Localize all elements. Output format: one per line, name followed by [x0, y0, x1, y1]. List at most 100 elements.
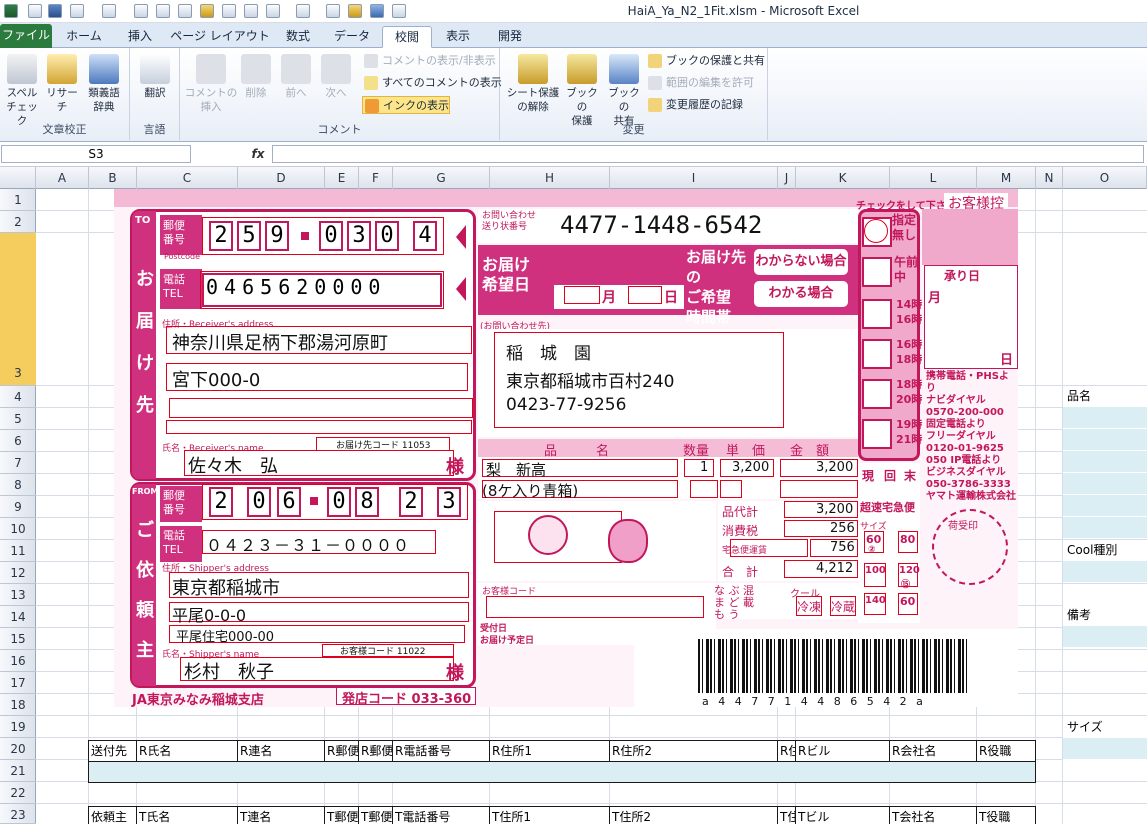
- column-header[interactable]: J: [778, 167, 796, 189]
- spell-check-button[interactable]: スペル チェック: [2, 54, 42, 128]
- column-header[interactable]: K: [796, 167, 890, 189]
- tab-formulas[interactable]: 数式: [276, 26, 320, 48]
- blue-cell[interactable]: [1063, 517, 1147, 539]
- customer-code-field[interactable]: [486, 596, 704, 618]
- blue-cell[interactable]: [1063, 451, 1147, 473]
- table-header-cell[interactable]: R住所2: [610, 740, 778, 762]
- qty-field[interactable]: [684, 459, 714, 477]
- label-cool-type[interactable]: Cool種別: [1063, 540, 1147, 561]
- row-header[interactable]: 19: [0, 716, 36, 738]
- row-header[interactable]: 22: [0, 782, 36, 804]
- to-building-field[interactable]: [166, 420, 472, 434]
- table-header-cell[interactable]: T郵便: [325, 806, 359, 824]
- table-header-cell[interactable]: T電話番号: [393, 806, 490, 824]
- formula-input[interactable]: [272, 145, 1144, 163]
- table-header-cell[interactable]: Rビル: [796, 740, 890, 762]
- row-header[interactable]: 6: [0, 430, 36, 452]
- table-header-cell[interactable]: R役職: [977, 740, 1036, 762]
- row-header[interactable]: 11: [0, 540, 36, 562]
- row-header[interactable]: 17: [0, 672, 36, 694]
- row-header[interactable]: 14: [0, 606, 36, 628]
- row-header-selected[interactable]: 3: [0, 233, 36, 386]
- row-header[interactable]: 18: [0, 694, 36, 716]
- row-header[interactable]: 15: [0, 628, 36, 650]
- protect-book-button[interactable]: ブックの 保護: [562, 54, 602, 128]
- table-header-cell[interactable]: 依頼主: [88, 806, 137, 824]
- protect-share-button[interactable]: ブックの保護と共有: [646, 52, 765, 70]
- show-hide-comment-button[interactable]: コメントの表示/非表示: [362, 52, 496, 70]
- tab-view[interactable]: 表示: [438, 26, 478, 48]
- prev-comment-button[interactable]: 前へ: [276, 54, 316, 100]
- row-header[interactable]: 8: [0, 474, 36, 496]
- show-ink-button[interactable]: インクの表示: [362, 96, 450, 114]
- column-header[interactable]: O: [1063, 167, 1147, 189]
- blue-cell[interactable]: [1063, 495, 1147, 517]
- insert-function-icon[interactable]: fx: [248, 145, 268, 163]
- row-header[interactable]: 21: [0, 760, 36, 782]
- next-comment-button[interactable]: 次へ: [316, 54, 356, 100]
- unprotect-sheet-button[interactable]: シート保護 の解除: [504, 54, 562, 114]
- checkbox-19-21[interactable]: [862, 419, 892, 449]
- column-header[interactable]: E: [325, 167, 359, 189]
- table-header-cell[interactable]: R郵便: [325, 740, 359, 762]
- table-header-cell[interactable]: R連名: [238, 740, 325, 762]
- qty2-field[interactable]: [690, 480, 718, 498]
- column-header[interactable]: B: [89, 167, 137, 189]
- tab-page-layout[interactable]: ページ レイアウト: [170, 26, 270, 48]
- to-address3-field[interactable]: [169, 398, 473, 418]
- checkbox-18-20[interactable]: [862, 379, 892, 409]
- price2-field[interactable]: [720, 480, 742, 498]
- row-header[interactable]: 16: [0, 650, 36, 672]
- row-header[interactable]: 10: [0, 518, 36, 540]
- select-all-corner[interactable]: [0, 167, 36, 189]
- tab-home[interactable]: ホーム: [60, 26, 108, 48]
- tab-file[interactable]: ファイル: [0, 24, 52, 48]
- column-header[interactable]: D: [238, 167, 325, 189]
- table-header-cell[interactable]: R電話番号: [393, 740, 490, 762]
- table-header-cell[interactable]: T連名: [238, 806, 325, 824]
- column-header[interactable]: N: [1036, 167, 1063, 189]
- table-header-cell[interactable]: R郵便: [359, 740, 393, 762]
- table-header-cell[interactable]: R氏名: [137, 740, 238, 762]
- checkbox-16-18[interactable]: [862, 339, 892, 369]
- column-header[interactable]: G: [393, 167, 490, 189]
- shipping-label-field[interactable]: [730, 539, 808, 557]
- table-header-cell[interactable]: T住所1: [490, 806, 610, 824]
- thesaurus-button[interactable]: 類義語 辞典: [84, 54, 124, 114]
- blue-cell[interactable]: [1063, 473, 1147, 495]
- label-remarks[interactable]: 備考: [1063, 605, 1147, 626]
- column-header[interactable]: F: [359, 167, 393, 189]
- to-zip-field[interactable]: [202, 217, 444, 255]
- research-button[interactable]: リサーチ: [42, 54, 82, 114]
- table-header-cell[interactable]: T役職: [977, 806, 1036, 824]
- row-header[interactable]: 20: [0, 738, 36, 760]
- table-row-blank[interactable]: [88, 762, 1036, 783]
- checkbox-morning[interactable]: [862, 257, 892, 287]
- blue-cell[interactable]: [1063, 561, 1147, 583]
- delivery-month-field[interactable]: [564, 286, 600, 304]
- table-header-cell[interactable]: R住所1: [490, 740, 610, 762]
- table-header-cell[interactable]: 送付先: [88, 740, 137, 762]
- tab-data[interactable]: データ: [328, 26, 376, 48]
- label-item-name[interactable]: 品名: [1063, 386, 1147, 407]
- table-header-cell[interactable]: Tビル: [796, 806, 890, 824]
- share-book-button[interactable]: ブックの 共有: [604, 54, 644, 128]
- blue-cell[interactable]: [1063, 738, 1147, 760]
- amount2-field[interactable]: [780, 480, 858, 498]
- row-header[interactable]: 23: [0, 804, 36, 824]
- insert-comment-button[interactable]: コメントの 挿入: [184, 54, 238, 114]
- table-header-cell[interactable]: T住所2: [610, 806, 778, 824]
- delete-comment-button[interactable]: 削除: [236, 54, 276, 100]
- allow-edit-ranges-button[interactable]: 範囲の編集を許可: [646, 74, 754, 92]
- blue-cell[interactable]: [1063, 407, 1147, 429]
- table-header-cell[interactable]: T会社名: [890, 806, 977, 824]
- row-header[interactable]: 1: [0, 189, 36, 211]
- column-header[interactable]: L: [890, 167, 977, 189]
- blue-cell[interactable]: [1063, 429, 1147, 451]
- checkbox-14-16[interactable]: [862, 299, 892, 329]
- tab-developer[interactable]: 開発: [490, 26, 530, 48]
- table-header-cell[interactable]: R住: [778, 740, 796, 762]
- show-all-comments-button[interactable]: すべてのコメントの表示: [362, 74, 502, 92]
- column-header[interactable]: M: [977, 167, 1036, 189]
- row-header[interactable]: 12: [0, 562, 36, 584]
